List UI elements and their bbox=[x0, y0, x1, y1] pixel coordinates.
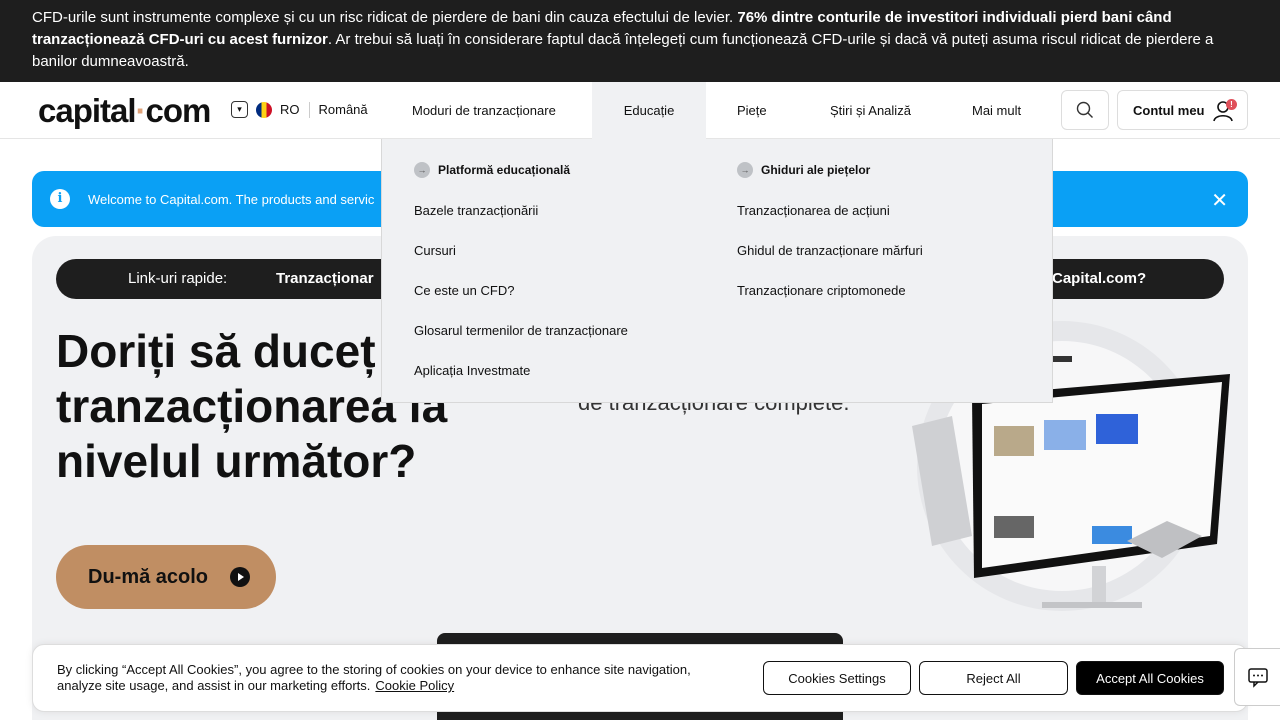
cookie-banner: By clicking “Accept All Cookies”, you ag… bbox=[32, 644, 1248, 712]
chat-button[interactable] bbox=[1234, 648, 1280, 706]
site-header: capital·com ▾ RO Română Moduri de tranza… bbox=[0, 82, 1280, 139]
education-dropdown: → Platformă educațională Bazele tranzacț… bbox=[381, 139, 1053, 403]
dropdown-link-investmate[interactable]: Aplicația Investmate bbox=[414, 363, 530, 378]
chat-icon bbox=[1247, 668, 1268, 688]
info-icon: i bbox=[50, 189, 70, 209]
language-separator bbox=[308, 101, 310, 118]
dropdown-heading-market-guides[interactable]: → Ghiduri ale piețelor bbox=[737, 162, 870, 178]
logo-capital: capital bbox=[38, 92, 137, 129]
risk-warning-text: CFD-urile sunt instrumente complexe și c… bbox=[32, 9, 738, 26]
notification-badge: ! bbox=[1226, 99, 1237, 110]
cookie-text: By clicking “Accept All Cookies”, you ag… bbox=[57, 662, 737, 694]
language-label: Română bbox=[318, 102, 368, 117]
dropdown-heading-market-guides-label: Ghiduri ale piețelor bbox=[761, 163, 871, 177]
dropdown-link-courses[interactable]: Cursuri bbox=[414, 243, 456, 258]
dropdown-link-crypto[interactable]: Tranzacționare criptomonede bbox=[737, 283, 906, 298]
my-account-button[interactable]: Contul meu ! bbox=[1117, 90, 1248, 130]
go-there-label: Du-mă acolo bbox=[88, 565, 209, 588]
dropdown-link-shares[interactable]: Tranzacționarea de acțiuni bbox=[737, 203, 890, 218]
dropdown-link-commodities[interactable]: Ghidul de tranzacționare mărfuri bbox=[737, 243, 923, 258]
risk-warning-bar: CFD-urile sunt instrumente complexe și c… bbox=[0, 0, 1280, 82]
accept-all-cookies-button[interactable]: Accept All Cookies bbox=[1076, 661, 1224, 695]
dropdown-heading-platform-label: Platformă educațională bbox=[438, 163, 571, 177]
welcome-text: Welcome to Capital.com. The products and… bbox=[88, 191, 375, 207]
dropdown-link-glossary[interactable]: Glosarul termenilor de tranzacționare bbox=[414, 323, 628, 338]
go-there-button[interactable]: Du-mă acolo bbox=[56, 545, 276, 609]
cookies-settings-button[interactable]: Cookies Settings bbox=[763, 661, 911, 695]
play-arrow-icon bbox=[230, 567, 250, 587]
nav-trading-modes[interactable]: Moduri de tranzacționare bbox=[412, 82, 556, 139]
nav-education[interactable]: Educație bbox=[592, 82, 706, 139]
cookie-policy-link[interactable]: Cookie Policy bbox=[375, 678, 454, 693]
dropdown-heading-platform[interactable]: → Platformă educațională bbox=[414, 162, 570, 178]
quick-link-trading[interactable]: Tranzacționar bbox=[276, 270, 374, 287]
dropdown-link-basics[interactable]: Bazele tranzacționării bbox=[414, 203, 538, 218]
romania-flag-icon bbox=[256, 101, 272, 118]
arrow-right-icon: → bbox=[414, 162, 430, 178]
reject-all-button[interactable]: Reject All bbox=[919, 661, 1068, 695]
capital-com-logo[interactable]: capital·com bbox=[38, 92, 212, 130]
my-account-label: Contul meu bbox=[1133, 102, 1205, 118]
close-icon[interactable]: ✕ bbox=[1211, 188, 1228, 213]
quick-links-label: Link-uri rapide: bbox=[128, 270, 228, 287]
search-icon bbox=[1076, 101, 1093, 118]
logo-dot: · bbox=[135, 92, 147, 129]
language-selector[interactable]: ▾ RO Română bbox=[231, 101, 368, 118]
quick-link-capital[interactable]: Capital.com? bbox=[1052, 270, 1146, 287]
nav-markets[interactable]: Piețe bbox=[737, 82, 767, 139]
dropdown-link-what-is-cfd[interactable]: Ce este un CFD? bbox=[414, 283, 514, 298]
logo-com: com bbox=[145, 92, 212, 129]
chevron-down-icon: ▾ bbox=[231, 101, 248, 118]
nav-more[interactable]: Mai mult bbox=[972, 82, 1021, 139]
country-code: RO bbox=[280, 102, 300, 117]
arrow-right-icon: → bbox=[737, 162, 753, 178]
search-button[interactable] bbox=[1061, 90, 1109, 130]
nav-news-analysis[interactable]: Știri și Analiză bbox=[830, 82, 911, 139]
cookie-text-body: By clicking “Accept All Cookies”, you ag… bbox=[57, 662, 691, 693]
